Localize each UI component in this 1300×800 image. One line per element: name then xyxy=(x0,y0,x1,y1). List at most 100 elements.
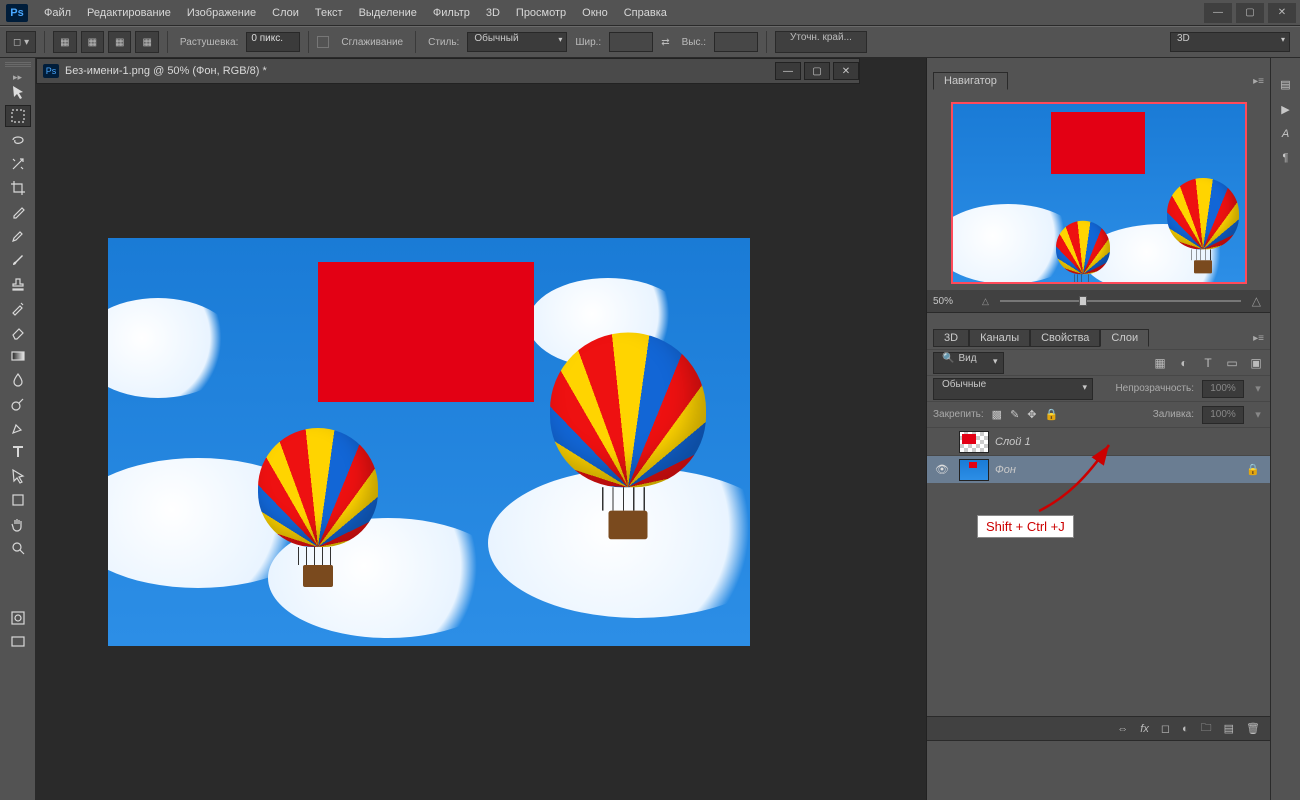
menu-help[interactable]: Справка xyxy=(616,0,675,26)
lock-paint-icon[interactable]: ✎ xyxy=(1010,408,1019,421)
group-icon[interactable]: 🗀 xyxy=(1201,719,1212,738)
app-maximize-button[interactable]: ▢ xyxy=(1236,3,1264,23)
doc-maximize-button[interactable]: ▢ xyxy=(804,62,830,80)
tool-wand[interactable] xyxy=(5,153,31,175)
menu-text[interactable]: Текст xyxy=(307,0,351,26)
refine-edge-button[interactable]: Уточн. край... xyxy=(775,31,867,53)
tool-hand[interactable] xyxy=(5,513,31,535)
layer-name[interactable]: Слой 1 xyxy=(995,436,1031,448)
menu-layers[interactable]: Слои xyxy=(264,0,307,26)
quickmask-toggle[interactable] xyxy=(5,607,31,629)
tool-blur[interactable] xyxy=(5,369,31,391)
lock-trans-icon[interactable]: ▩ xyxy=(992,408,1002,421)
tool-history-brush[interactable] xyxy=(5,297,31,319)
tool-shape[interactable] xyxy=(5,489,31,511)
feather-input[interactable]: 0 пикс. xyxy=(246,32,300,52)
doc-minimize-button[interactable]: — xyxy=(775,62,801,80)
tool-type[interactable] xyxy=(5,441,31,463)
visibility-toggle[interactable] xyxy=(931,436,953,448)
visibility-toggle[interactable]: 👁 xyxy=(931,463,953,476)
tools-collapse-icon[interactable]: ▸▸ xyxy=(0,72,35,80)
tool-heal[interactable] xyxy=(5,225,31,247)
layer-item[interactable]: Слой 1 xyxy=(927,427,1270,455)
tool-crop[interactable] xyxy=(5,177,31,199)
history-panel-icon[interactable]: ▤ xyxy=(1280,78,1290,91)
swap-wh-icon[interactable]: ⇄ xyxy=(657,37,673,48)
tool-pen[interactable] xyxy=(5,417,31,439)
selection-sub[interactable]: ▦ xyxy=(108,31,131,53)
opacity-dropdown-icon[interactable]: ▾ xyxy=(1252,382,1264,395)
navigator-tab[interactable]: Навигатор xyxy=(933,72,1008,90)
zoom-in-icon[interactable]: △ xyxy=(1249,294,1264,308)
panel-menu-icon[interactable]: ▸≡ xyxy=(1253,333,1264,344)
opacity-value[interactable]: 100% xyxy=(1202,380,1244,398)
tools-grip[interactable] xyxy=(5,62,31,68)
tool-brush[interactable] xyxy=(5,249,31,271)
layer-thumbnail[interactable] xyxy=(959,431,989,453)
para-panel-icon[interactable]: ¶ xyxy=(1283,152,1289,164)
color-swatches[interactable] xyxy=(4,570,32,598)
app-minimize-button[interactable]: — xyxy=(1204,3,1232,23)
tab-properties[interactable]: Свойства xyxy=(1030,329,1100,347)
actions-panel-icon[interactable]: ▶ xyxy=(1281,103,1289,116)
blend-mode-select[interactable]: Обычные xyxy=(933,378,1093,400)
filter-pixel-icon[interactable]: ▦ xyxy=(1152,356,1168,370)
char-panel-icon[interactable]: A xyxy=(1282,128,1289,140)
filter-type-icon[interactable]: T xyxy=(1200,356,1216,370)
tool-preset[interactable]: ◻ ▾ xyxy=(6,31,36,53)
zoom-out-icon[interactable]: △ xyxy=(979,296,992,307)
filter-adjust-icon[interactable]: ◐ xyxy=(1176,356,1192,370)
layer-filter-kind[interactable]: 🔍Вид xyxy=(933,352,1004,374)
filter-shape-icon[interactable]: ▭ xyxy=(1224,356,1240,370)
navigator-thumbnail[interactable] xyxy=(951,102,1247,284)
lock-all-icon[interactable]: 🔒 xyxy=(1045,408,1059,421)
style-select[interactable]: Обычный xyxy=(467,32,567,52)
menu-file[interactable]: Файл xyxy=(36,0,79,26)
layer-thumbnail[interactable] xyxy=(959,459,989,481)
navigator-zoom-slider[interactable] xyxy=(1000,297,1241,305)
doc-close-button[interactable]: ✕ xyxy=(833,62,859,80)
workspace-select[interactable]: 3D xyxy=(1170,32,1290,52)
mask-icon[interactable]: ◻ xyxy=(1161,722,1170,735)
tool-zoom[interactable] xyxy=(5,537,31,559)
delete-layer-icon[interactable]: 🗑 xyxy=(1246,722,1260,735)
canvas[interactable] xyxy=(108,238,750,646)
menu-3d[interactable]: 3D xyxy=(478,0,508,26)
menu-edit[interactable]: Редактирование xyxy=(79,0,179,26)
tool-marquee[interactable] xyxy=(5,105,31,127)
app-close-button[interactable]: ✕ xyxy=(1268,3,1296,23)
fx-icon[interactable]: fx xyxy=(1140,723,1149,735)
filter-smart-icon[interactable]: ▣ xyxy=(1248,356,1264,370)
tab-channels[interactable]: Каналы xyxy=(969,329,1030,347)
menu-filter[interactable]: Фильтр xyxy=(425,0,478,26)
menu-select[interactable]: Выделение xyxy=(351,0,425,26)
adjustment-icon[interactable]: ◐ xyxy=(1182,723,1189,735)
navigator-zoom-value[interactable]: 50% xyxy=(933,296,979,307)
fill-value[interactable]: 100% xyxy=(1202,406,1244,424)
tool-stamp[interactable] xyxy=(5,273,31,295)
selection-add[interactable]: ▦ xyxy=(81,31,104,53)
menu-image[interactable]: Изображение xyxy=(179,0,264,26)
tab-layers[interactable]: Слои xyxy=(1100,329,1149,347)
new-layer-icon[interactable]: ▤ xyxy=(1224,722,1234,735)
tool-lasso[interactable] xyxy=(5,129,31,151)
screenmode-toggle[interactable] xyxy=(5,631,31,653)
panel-menu-icon[interactable]: ▸≡ xyxy=(1253,76,1264,87)
tab-3d[interactable]: 3D xyxy=(933,329,969,347)
lock-pos-icon[interactable]: ✥ xyxy=(1027,408,1036,421)
selection-new[interactable]: ▦ xyxy=(53,31,76,53)
layer-name[interactable]: Фон xyxy=(995,464,1016,476)
menu-view[interactable]: Просмотр xyxy=(508,0,574,26)
fill-dropdown-icon[interactable]: ▾ xyxy=(1252,408,1264,421)
tool-eraser[interactable] xyxy=(5,321,31,343)
document-titlebar[interactable]: Ps Без-имени-1.png @ 50% (Фон, RGB/8) * … xyxy=(36,58,860,84)
tool-gradient[interactable] xyxy=(5,345,31,367)
tool-eyedropper[interactable] xyxy=(5,201,31,223)
link-layers-icon[interactable]: ⇔ xyxy=(1117,723,1128,735)
selection-int[interactable]: ▦ xyxy=(135,31,158,53)
layer-item[interactable]: 👁 Фон 🔒 xyxy=(927,455,1270,483)
tool-move[interactable] xyxy=(5,81,31,103)
antialias-checkbox[interactable] xyxy=(317,36,329,48)
tool-dodge[interactable] xyxy=(5,393,31,415)
menu-window[interactable]: Окно xyxy=(574,0,616,26)
